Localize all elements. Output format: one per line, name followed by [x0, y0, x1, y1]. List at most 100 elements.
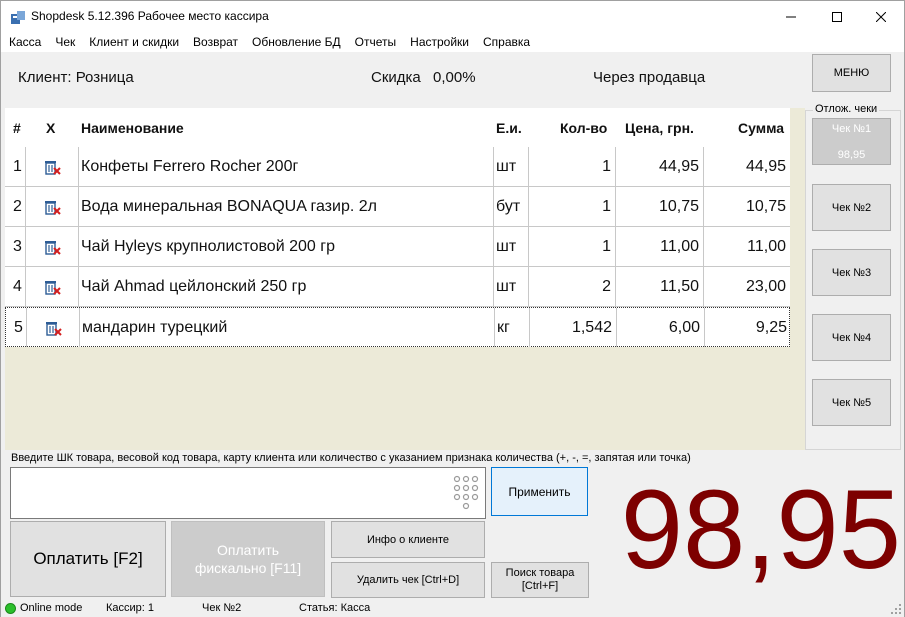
row-sum: 23,00	[745, 277, 786, 295]
row-unit: бут	[494, 187, 529, 226]
close-icon	[876, 11, 886, 22]
close-button[interactable]	[858, 1, 904, 32]
deferred-check-4-button[interactable]: Чек №4	[812, 314, 891, 361]
row-price: 11,00	[616, 227, 704, 266]
online-status-icon	[5, 603, 16, 614]
info-row: Клиент: Розница Скидка 0,00% Через прода…	[1, 52, 801, 108]
delete-cell	[26, 147, 79, 186]
delete-cell	[26, 267, 79, 306]
client-label: Клиент: Розница	[18, 69, 134, 86]
article-status: Статья: Касса	[299, 602, 371, 614]
menu-client-discounts[interactable]: Клиент и скидки	[82, 32, 186, 52]
product-search-label-2: [Ctrl+F]	[521, 580, 559, 592]
maximize-button[interactable]	[814, 1, 860, 32]
row-unit: шт	[494, 147, 529, 186]
delete-item-icon[interactable]	[43, 238, 61, 256]
cashier-status: Кассир: 1	[106, 602, 155, 614]
discount-label: Скидка	[371, 69, 421, 86]
row-price: 6,00	[617, 308, 705, 347]
app-window: Shopdesk 5.12.396 Рабочее место кассира …	[0, 0, 905, 617]
table-row[interactable]: 4 Чай Ahmad цейлонский 250 гр шт 2 11,50 23,0…	[5, 267, 790, 307]
product-search-label-1: Поиск товара	[505, 567, 575, 579]
status-bar: Online mode Кассир: 1 Чек №2 Статья: Кас…	[1, 600, 904, 617]
row-unit: шт	[494, 267, 529, 306]
deferred-check-5-button[interactable]: Чек №5	[812, 379, 891, 426]
row-product-name: мандарин турецкий	[80, 308, 495, 347]
main-menu-button[interactable]: МЕНЮ	[812, 54, 891, 92]
row-quantity: 2	[529, 267, 616, 306]
deferred-check-1-button[interactable]: Чек №1 98,95	[812, 118, 891, 165]
resize-grip-icon[interactable]	[891, 604, 901, 614]
deferred-check-2-button[interactable]: Чек №2	[812, 184, 891, 231]
maximize-icon	[832, 11, 842, 22]
deferred-check-1-amount: 98,95	[837, 148, 866, 161]
pay-fiscal-label-1: Оплатить	[216, 542, 280, 558]
delete-cell	[26, 227, 79, 266]
delete-cell	[27, 308, 80, 347]
menu-help[interactable]: Справка	[476, 32, 537, 52]
row-sum: 44,95	[745, 157, 786, 175]
row-quantity: 1	[529, 147, 616, 186]
row-sum: 11,00	[747, 237, 786, 255]
pay-fiscal-button[interactable]: Оплатить фискально [F11]	[171, 521, 325, 597]
pay-fiscal-label-2: фискально [F11]	[194, 560, 302, 576]
header-sum: Сумма	[738, 120, 785, 136]
row-sum: 10,75	[745, 197, 786, 215]
row-number: 5	[6, 308, 27, 347]
table-row[interactable]: 3 Чай Hyleys крупнолистовой 200 гр шт 1 11,0…	[5, 227, 790, 267]
table-row[interactable]: 1 Конфеты Ferrero Rocher 200г шт 1 44,95 44,9…	[5, 147, 790, 187]
row-number: 3	[5, 227, 26, 266]
row-price: 10,75	[616, 187, 704, 226]
menu-kassa[interactable]: Касса	[1, 32, 48, 52]
row-quantity: 1	[529, 187, 616, 226]
delete-item-icon[interactable]	[43, 198, 61, 216]
delete-item-icon[interactable]	[43, 278, 61, 296]
row-unit: шт	[494, 227, 529, 266]
delete-item-icon[interactable]	[43, 158, 61, 176]
row-price: 44,95	[616, 147, 704, 186]
delete-item-icon[interactable]	[44, 319, 62, 337]
online-status-text: Online mode	[20, 602, 83, 614]
header-name: Наименование	[81, 120, 184, 136]
row-product-name: Вода минеральная BONAQUA газир. 2л	[79, 187, 494, 226]
row-number: 4	[5, 267, 26, 306]
total-amount: 98,95	[620, 467, 901, 592]
row-product-name: Конфеты Ferrero Rocher 200г	[79, 147, 494, 186]
row-product-name: Чай Hyleys крупнолистовой 200 гр	[79, 227, 494, 266]
minimize-button[interactable]	[768, 1, 814, 32]
menu-bar: Касса Чек Клиент и скидки Возврат Обновл…	[1, 32, 904, 52]
header-price: Цена, грн.	[625, 120, 694, 136]
table-header: # X Наименование Е.и. Кол-во Цена, грн. …	[5, 108, 790, 147]
menu-return[interactable]: Возврат	[186, 32, 245, 52]
sale-mode-label: Через продавца	[593, 69, 706, 86]
deferred-check-3-button[interactable]: Чек №3	[812, 249, 891, 296]
barcode-input[interactable]	[10, 467, 486, 519]
menu-reports[interactable]: Отчеты	[348, 32, 403, 52]
menu-db-update[interactable]: Обновление БД	[245, 32, 348, 52]
header-delete: X	[46, 120, 56, 136]
delete-cell	[26, 187, 79, 226]
receipt-table: # X Наименование Е.и. Кол-во Цена, грн. …	[5, 108, 805, 450]
discount-value: 0,00%	[433, 69, 476, 86]
header-unit: Е.и.	[496, 120, 522, 136]
header-qty: Кол-во	[560, 120, 608, 136]
product-search-button[interactable]: Поиск товара [Ctrl+F]	[491, 562, 589, 598]
app-logo-icon	[11, 11, 25, 24]
row-unit: кг	[495, 308, 530, 347]
table-row[interactable]: 5 мандарин турецкий кг 1,542 6,00 9,25	[5, 307, 790, 347]
client-info-button[interactable]: Инфо о клиенте	[331, 521, 485, 558]
row-number: 1	[5, 147, 26, 186]
menu-check[interactable]: Чек	[48, 32, 82, 52]
pay-button[interactable]: Оплатить [F2]	[10, 521, 166, 597]
menu-settings[interactable]: Настройки	[403, 32, 476, 52]
check-status: Чек №2	[202, 602, 242, 614]
deferred-checks-label: Отлож. чеки	[813, 103, 880, 115]
apply-button[interactable]: Применить	[491, 467, 588, 516]
keypad-icon[interactable]	[453, 475, 479, 511]
table-row[interactable]: 2 Вода минеральная BONAQUA газир. 2л бут 1 1…	[5, 187, 790, 227]
deferred-check-1-label: Чек №1	[831, 122, 872, 135]
input-hint: Введите ШК товара, весовой код товара, к…	[11, 452, 691, 464]
row-quantity: 1,542	[530, 308, 617, 347]
delete-check-button[interactable]: Удалить чек [Ctrl+D]	[331, 562, 485, 598]
minimize-icon	[786, 16, 796, 17]
